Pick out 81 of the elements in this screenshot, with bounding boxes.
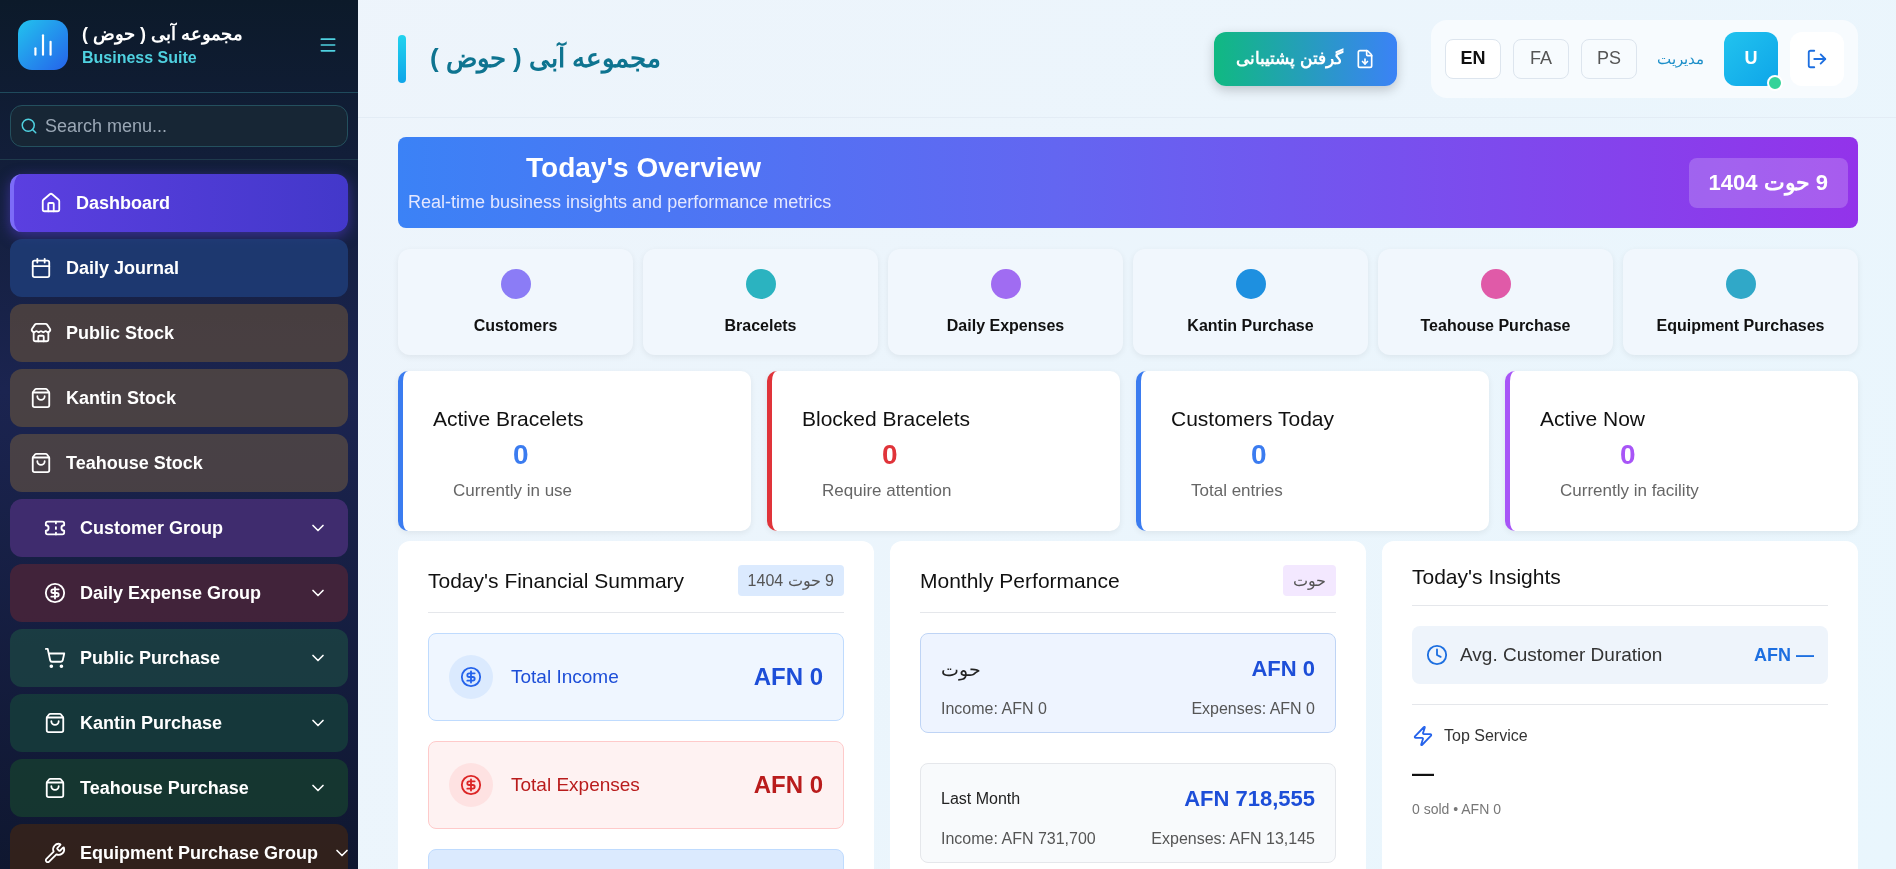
panel-title: Monthly Performance [920, 568, 1120, 593]
language-button[interactable]: FA [1513, 38, 1569, 79]
calendar-icon [30, 257, 52, 279]
stat-caption: Currently in use [453, 481, 574, 501]
nav-item[interactable]: Dashboard [10, 174, 348, 232]
summary-label: Total Expenses [511, 774, 641, 796]
insight-value: — [1412, 761, 1435, 787]
month-income: Income: AFN 731,700 [941, 830, 1096, 848]
nav-item[interactable]: Public Stock [10, 304, 348, 362]
summary-amount: AFN 0 [753, 663, 823, 691]
user-role: مدیریت [1657, 49, 1704, 68]
summary-label: Total Income [511, 666, 620, 688]
month-expenses: Expenses: AFN 0 [1191, 700, 1315, 718]
quick-link-card[interactable]: Kantin Purchase [1133, 249, 1368, 355]
dollar-icon [449, 655, 493, 699]
shopping-bag-icon [30, 387, 52, 409]
brand-subtitle: Business Suite [82, 49, 198, 67]
nav-item[interactable]: Equipment Purchase Group [10, 824, 348, 869]
quick-link-card[interactable]: Bracelets [643, 249, 878, 355]
stat-value: 0 [1251, 439, 1268, 471]
nav-item[interactable]: Kantin Purchase [10, 694, 348, 752]
stat-caption: Require attention [822, 481, 953, 501]
quick-link-card[interactable]: Customers [398, 249, 633, 355]
stat-title: Customers Today [1171, 407, 1336, 431]
title-accent-bar [398, 34, 406, 83]
shopping-bag-icon [44, 712, 66, 734]
date-badge: 9 حوت 1404 [1688, 157, 1848, 208]
month-amount: AFN 0 [1251, 656, 1315, 682]
quick-link-card[interactable]: Equipment Purchases [1623, 249, 1858, 355]
quick-link-card[interactable]: Daily Expenses [888, 249, 1123, 355]
nav-item[interactable]: Kantin Stock [10, 369, 348, 427]
month-name: حوت [941, 657, 981, 681]
month-name: Last Month [941, 790, 1021, 808]
dollar-icon [449, 763, 493, 807]
stat-value: 0 [513, 439, 530, 471]
nav-item[interactable]: Daily Expense Group [10, 564, 348, 622]
month-amount: AFN 718,555 [1184, 786, 1315, 812]
insight-detail: 0 sold • AFN 0 [1412, 801, 1502, 817]
month-expenses: Expenses: AFN 13,145 [1151, 830, 1315, 848]
stat-value: 0 [1620, 439, 1637, 471]
nav-item[interactable]: Public Purchase [10, 629, 348, 687]
stat-title: Blocked Bracelets [802, 407, 972, 431]
overview-title: Today's Overview [526, 152, 762, 184]
month-income: Income: AFN 0 [941, 700, 1047, 718]
home-icon [40, 192, 62, 214]
page-title: مجموعه آبی ( حوض ) [430, 43, 662, 73]
stat-caption: Currently in facility [1560, 481, 1700, 501]
store-icon [30, 322, 52, 344]
nav-item[interactable]: Teahouse Stock [10, 434, 348, 492]
date-badge: 9 حوت 1404 [737, 565, 844, 596]
insight-label: Avg. Customer Duration [1460, 644, 1664, 666]
shopping-bag-icon [44, 777, 66, 799]
cart-icon [44, 647, 66, 669]
lightning-icon [1412, 725, 1434, 747]
dollar-icon [44, 582, 66, 604]
summary-amount: AFN 0 [753, 771, 823, 799]
panel-title: Today's Financial Summary [428, 568, 685, 593]
wrench-icon [44, 842, 66, 864]
stat-caption: Total entries [1191, 481, 1284, 501]
search-field[interactable]: Search menu... [10, 105, 348, 147]
panel-title: Today's Insights [1412, 565, 1561, 589]
clock-icon [1426, 644, 1448, 666]
insight-label: Top Service [1444, 727, 1528, 745]
file-download-icon [1355, 48, 1375, 69]
language-button[interactable]: PS [1581, 38, 1637, 79]
search-icon [20, 117, 38, 135]
stat-title: Active Bracelets [433, 407, 585, 431]
logout-icon[interactable] [1790, 31, 1844, 86]
stat-value: 0 [882, 439, 899, 471]
nav-item[interactable]: Customer Group [10, 499, 348, 557]
language-button[interactable]: EN [1445, 38, 1501, 79]
quick-link-card[interactable]: Teahouse Purchase [1378, 249, 1613, 355]
stat-title: Active Now [1540, 407, 1647, 431]
chart-logo-icon [18, 20, 68, 70]
nav-item[interactable]: Teahouse Purchase [10, 759, 348, 817]
overview-subtitle: Real-time business insights and performance metrics [408, 192, 832, 213]
shopping-bag-icon [30, 452, 52, 474]
month-badge: حوت [1283, 565, 1336, 596]
nav-item[interactable]: Daily Journal [10, 239, 348, 297]
brand-title: مجموعه آبی ( حوض ) [82, 23, 243, 45]
insight-value: AFN — [1754, 644, 1814, 666]
